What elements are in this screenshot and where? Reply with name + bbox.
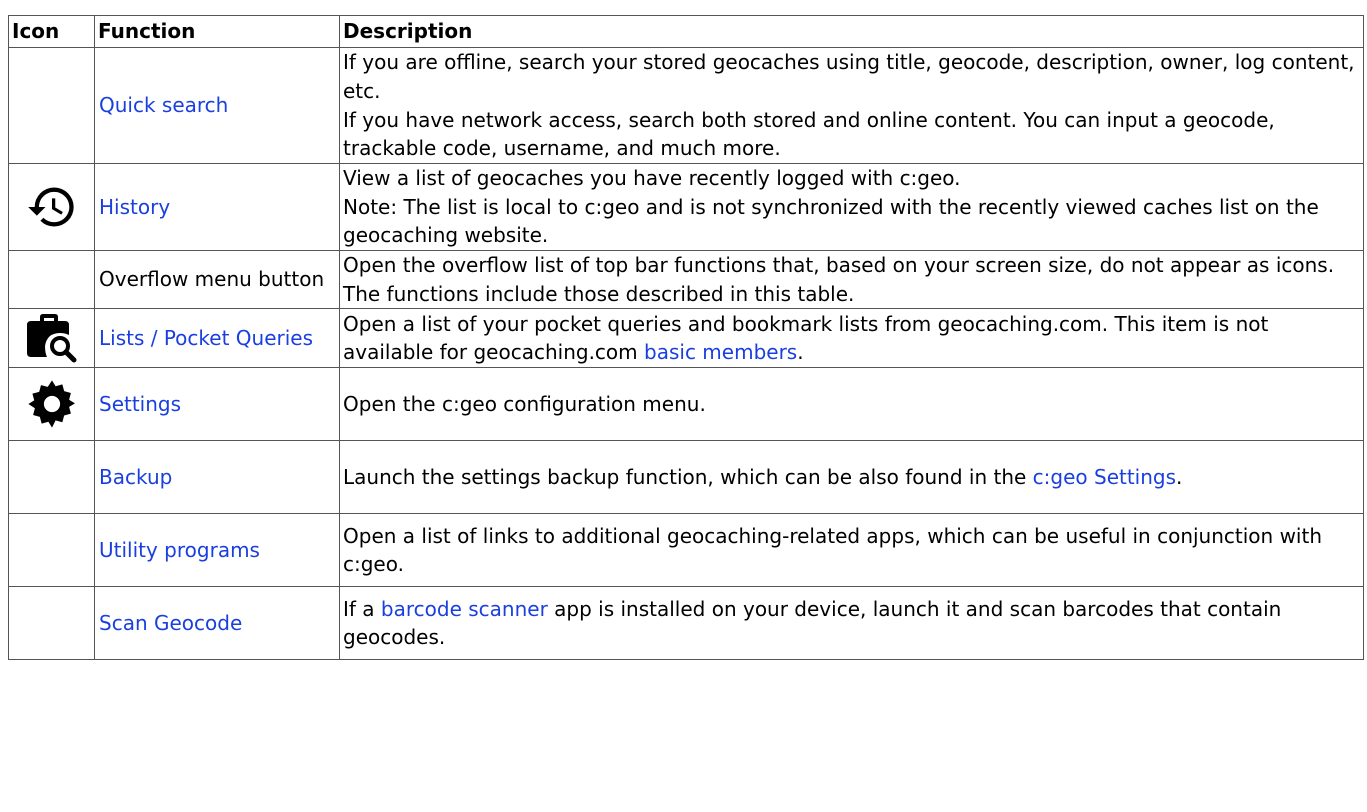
description-cell: Launch the settings backup function, whi… xyxy=(339,440,1364,515)
functions-table-wrapper: Icon Function Description Quick search I… xyxy=(8,15,1364,661)
description-text: . xyxy=(1176,464,1183,489)
function-cell: Settings xyxy=(94,367,340,442)
description-cell: If a barcode scanner app is installed on… xyxy=(339,586,1364,661)
description-cell: Open a list of links to additional geoca… xyxy=(339,513,1364,588)
table-header-row: Icon Function Description xyxy=(8,15,1364,48)
icon-cell xyxy=(8,163,95,251)
functions-table: Icon Function Description Quick search I… xyxy=(8,15,1364,661)
table-row: Backup Launch the settings backup functi… xyxy=(8,440,1364,515)
icon-cell xyxy=(8,440,95,515)
overflow-menu-button-label: Overflow menu button xyxy=(99,267,325,292)
description-text: Open a list of your pocket queries and b… xyxy=(343,311,1269,365)
table-row: Utility programs Open a list of links to… xyxy=(8,513,1364,588)
description-cell: Open a list of your pocket queries and b… xyxy=(339,308,1364,369)
table-row: Settings Open the c:geo configuration me… xyxy=(8,367,1364,442)
briefcase-search-icon xyxy=(26,314,76,363)
icon-cell xyxy=(8,47,95,164)
function-cell: History xyxy=(94,163,340,251)
icon-cell xyxy=(8,513,95,588)
function-cell: Scan Geocode xyxy=(94,586,340,661)
description-cell: View a list of geocaches you have recent… xyxy=(339,163,1364,251)
description-text: View a list of geocaches you have recent… xyxy=(343,166,961,191)
description-text: Open a list of links to additional geoca… xyxy=(343,523,1323,577)
icon-cell xyxy=(8,249,95,310)
description-text: If you are offline, search your stored g… xyxy=(343,50,1355,103)
table-row: Overflow menu button Open the overflow l… xyxy=(8,249,1364,310)
function-cell: Backup xyxy=(94,440,340,515)
table-row: History View a list of geocaches you hav… xyxy=(8,163,1364,251)
description-text: Open the c:geo configuration menu. xyxy=(343,391,706,416)
function-cell: Quick search xyxy=(94,47,340,164)
barcode-scanner-link[interactable]: barcode scanner xyxy=(381,597,548,621)
icon-cell xyxy=(8,308,95,369)
description-text: If you have network access, search both … xyxy=(343,107,1275,161)
function-cell: Overflow menu button xyxy=(94,249,340,310)
quick-search-link[interactable]: Quick search xyxy=(99,93,228,117)
cgeo-settings-link[interactable]: c:geo Settings xyxy=(1033,465,1176,489)
table-row: Scan Geocode If a barcode scanner app is… xyxy=(8,586,1364,661)
function-cell: Utility programs xyxy=(94,513,340,588)
description-text: . xyxy=(797,340,804,365)
header-icon: Icon xyxy=(8,15,95,48)
utility-programs-link[interactable]: Utility programs xyxy=(99,538,260,562)
history-icon xyxy=(27,187,74,227)
function-cell: Lists / Pocket Queries xyxy=(94,308,340,369)
description-text: Open the overflow list of top bar functi… xyxy=(343,253,1335,306)
icon-cell xyxy=(8,586,95,661)
table-row: Quick search If you are offline, search … xyxy=(8,47,1364,164)
settings-link[interactable]: Settings xyxy=(99,392,181,416)
icon-cell xyxy=(8,367,95,442)
scan-geocode-link[interactable]: Scan Geocode xyxy=(99,611,242,635)
header-function: Function xyxy=(94,15,340,48)
lists-pocket-queries-link[interactable]: Lists / Pocket Queries xyxy=(99,326,313,350)
table-row: Lists / Pocket Queries Open a list of yo… xyxy=(8,308,1364,369)
history-link[interactable]: History xyxy=(99,195,170,219)
description-text: Launch the settings backup function, whi… xyxy=(343,464,1033,489)
description-text: If a xyxy=(343,596,381,621)
description-cell: Open the overflow list of top bar functi… xyxy=(339,249,1364,310)
basic-members-link[interactable]: basic members xyxy=(644,340,797,364)
description-cell: Open the c:geo configuration menu. xyxy=(339,367,1364,442)
backup-link[interactable]: Backup xyxy=(99,465,172,489)
gear-icon xyxy=(27,380,75,428)
description-cell: If you are offline, search your stored g… xyxy=(339,47,1364,164)
description-text: Note: The list is local to c:geo and is … xyxy=(343,194,1319,248)
header-description: Description xyxy=(339,15,1364,48)
